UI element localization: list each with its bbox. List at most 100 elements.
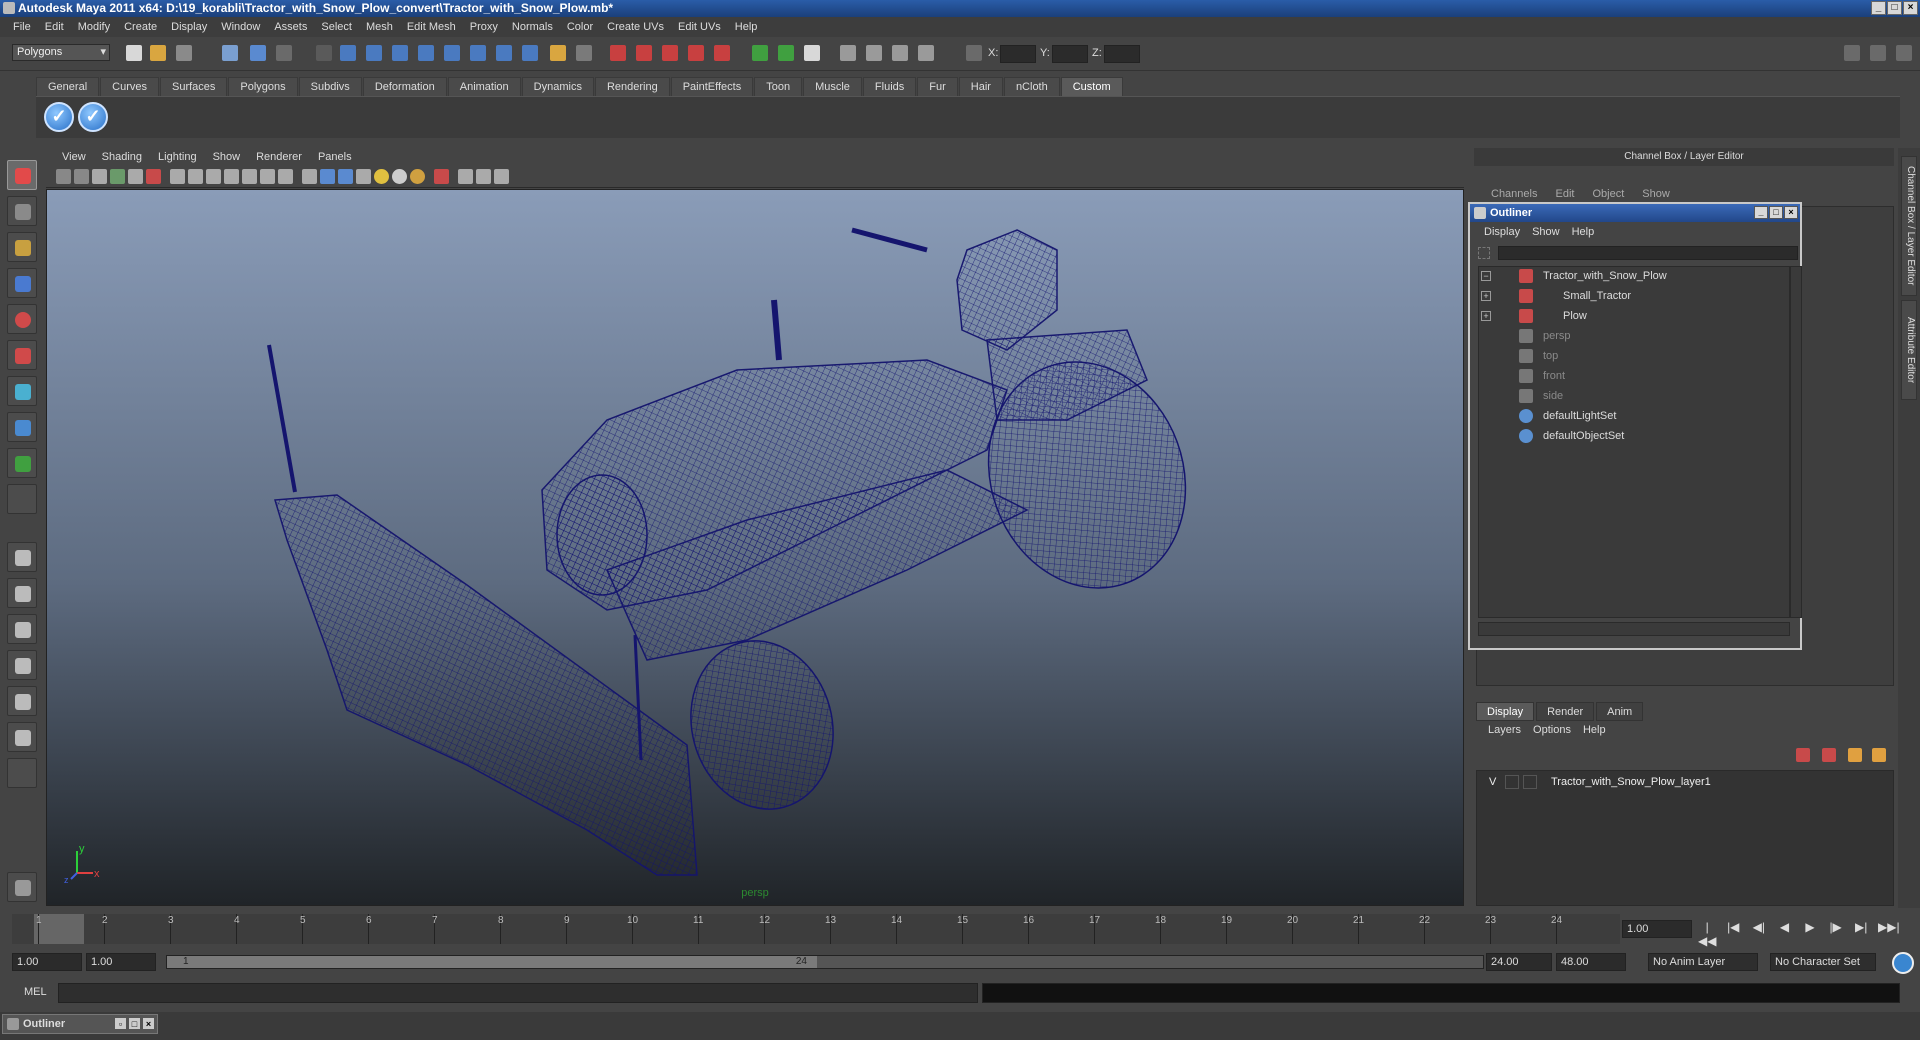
outliner-maximize-button[interactable]: □ <box>1769 206 1783 219</box>
shelf-tab-rendering[interactable]: Rendering <box>594 77 670 96</box>
show-attribute-editor-icon[interactable] <box>1844 45 1860 61</box>
list-item[interactable]: + Plow <box>1479 307 1789 325</box>
shelf-tab-general[interactable]: General <box>36 77 100 96</box>
shelf-tab-curves[interactable]: Curves <box>100 77 159 96</box>
select-handles-icon[interactable] <box>340 45 356 61</box>
step-forward-frame-button[interactable]: ▶| <box>1852 920 1870 940</box>
select-dynamics-icon[interactable] <box>470 45 486 61</box>
perspective-viewport[interactable]: y x z persp <box>46 189 1464 906</box>
menu-normals[interactable]: Normals <box>505 21 560 33</box>
minimize-button[interactable]: _ <box>1871 1 1886 15</box>
show-manipulator-tool[interactable] <box>7 448 37 478</box>
select-by-object-icon[interactable] <box>250 45 266 61</box>
shelf-tab-hair[interactable]: Hair <box>958 77 1003 96</box>
character-set-dropdown[interactable]: No Character Set <box>1770 953 1876 971</box>
grease-pencil-icon[interactable] <box>146 169 161 184</box>
select-camera-icon[interactable] <box>56 169 71 184</box>
shelf-tab-toon[interactable]: Toon <box>754 77 803 96</box>
play-backwards-button[interactable]: ◀ <box>1776 920 1794 940</box>
viewport-menu-shading[interactable]: Shading <box>94 151 150 163</box>
snap-grid-icon[interactable] <box>610 45 626 61</box>
menu-edit-mesh[interactable]: Edit Mesh <box>400 21 463 33</box>
wireframe-icon[interactable] <box>302 169 317 184</box>
go-to-start-button[interactable]: |◀◀ <box>1698 920 1716 948</box>
command-language-label[interactable]: MEL <box>24 986 47 998</box>
paint-select-tool[interactable] <box>7 232 37 262</box>
menu-help[interactable]: Help <box>728 21 765 33</box>
list-item[interactable]: − Tractor_with_Snow_Plow <box>1479 267 1789 285</box>
outliner-menu-show[interactable]: Show <box>1526 226 1566 238</box>
viewport-menu-view[interactable]: View <box>54 151 94 163</box>
layer-row[interactable]: V Tractor_with_Snow_Plow_layer1 <box>1481 773 1891 791</box>
xray-joints-icon[interactable] <box>476 169 491 184</box>
playback-end-field[interactable]: 24.00 <box>1486 953 1552 971</box>
film-gate-icon[interactable] <box>188 169 203 184</box>
select-deformations-icon[interactable] <box>444 45 460 61</box>
layout-hypershade[interactable] <box>7 686 37 716</box>
side-tab-channel-box[interactable]: Channel Box / Layer Editor <box>1901 156 1917 296</box>
filter-icon[interactable] <box>1478 247 1490 259</box>
anim-layer-dropdown[interactable]: No Anim Layer <box>1648 953 1758 971</box>
safe-action-icon[interactable] <box>260 169 275 184</box>
wireframe-on-shaded-icon[interactable] <box>338 169 353 184</box>
use-all-lights-icon[interactable] <box>374 169 389 184</box>
menu-assets[interactable]: Assets <box>267 21 314 33</box>
shelf-tab-subdivs[interactable]: Subdivs <box>298 77 362 96</box>
list-item[interactable]: top <box>1479 347 1789 365</box>
show-tool-settings-icon[interactable] <box>1870 45 1886 61</box>
viewport-menu-panels[interactable]: Panels <box>310 151 360 163</box>
shelf-tab-ncloth[interactable]: nCloth <box>1003 77 1060 96</box>
snap-point-icon[interactable] <box>662 45 678 61</box>
layer-visibility-toggle[interactable]: V <box>1489 773 1503 791</box>
high-quality-icon[interactable] <box>410 169 425 184</box>
outliner-search-input[interactable] <box>1498 246 1798 260</box>
custom-shelf-button-2[interactable]: ✓ <box>78 102 108 132</box>
shelf-tab-muscle[interactable]: Muscle <box>803 77 862 96</box>
custom-shelf-button-1[interactable]: ✓ <box>44 102 74 132</box>
grid-icon[interactable] <box>170 169 185 184</box>
select-by-hierarchy-icon[interactable] <box>222 45 238 61</box>
restore-button[interactable]: ▫ <box>114 1017 127 1030</box>
menu-edit-uvs[interactable]: Edit UVs <box>671 21 728 33</box>
animation-end-field[interactable]: 48.00 <box>1556 953 1626 971</box>
list-item[interactable]: + Small_Tractor <box>1479 287 1789 305</box>
gate-mask-icon[interactable] <box>224 169 239 184</box>
safe-title-icon[interactable] <box>278 169 293 184</box>
step-forward-key-button[interactable]: |▶ <box>1827 920 1845 940</box>
layer-tab-display[interactable]: Display <box>1476 702 1535 721</box>
snap-curve-icon[interactable] <box>636 45 652 61</box>
expand-icon[interactable]: + <box>1481 311 1491 321</box>
list-item[interactable]: persp <box>1479 327 1789 345</box>
xray-components-icon[interactable] <box>494 169 509 184</box>
list-item[interactable]: defaultObjectSet <box>1479 427 1789 445</box>
animation-start-field[interactable]: 1.00 <box>12 953 82 971</box>
shelf-tab-custom[interactable]: Custom <box>1060 77 1123 96</box>
make-live-icon[interactable] <box>714 45 730 61</box>
menu-edit[interactable]: Edit <box>38 21 71 33</box>
universal-manipulator-tool[interactable] <box>7 376 37 406</box>
select-curves-icon[interactable] <box>392 45 408 61</box>
show-channel-box-icon[interactable] <box>1896 45 1912 61</box>
render-frame-icon[interactable] <box>840 45 856 61</box>
new-layer-icon[interactable] <box>1848 748 1862 762</box>
ipr-render-icon[interactable] <box>866 45 882 61</box>
layout-graph-editor[interactable] <box>7 722 37 752</box>
step-back-frame-button[interactable]: |◀ <box>1724 920 1742 940</box>
list-item[interactable]: defaultLightSet <box>1479 407 1789 425</box>
layer-menu-help[interactable]: Help <box>1577 724 1612 740</box>
new-scene-icon[interactable] <box>126 45 142 61</box>
layer-display-type[interactable] <box>1523 775 1537 789</box>
help-tool[interactable] <box>7 872 37 902</box>
maximize-button[interactable]: □ <box>1887 1 1902 15</box>
list-item[interactable]: front <box>1479 367 1789 385</box>
layout-single-perspective[interactable] <box>7 542 37 572</box>
side-tab-attribute-editor[interactable]: Attribute Editor <box>1901 300 1917 400</box>
collapse-icon[interactable]: − <box>1481 271 1491 281</box>
resolution-gate-icon[interactable] <box>206 169 221 184</box>
minimized-outliner[interactable]: Outliner ▫ □ × <box>2 1014 158 1034</box>
x-field[interactable] <box>1000 45 1036 63</box>
shelf-tab-surfaces[interactable]: Surfaces <box>159 77 228 96</box>
shelf-tab-dynamics[interactable]: Dynamics <box>521 77 594 96</box>
layer-playback-toggle[interactable] <box>1505 775 1519 789</box>
go-to-end-button[interactable]: ▶▶| <box>1878 920 1900 940</box>
